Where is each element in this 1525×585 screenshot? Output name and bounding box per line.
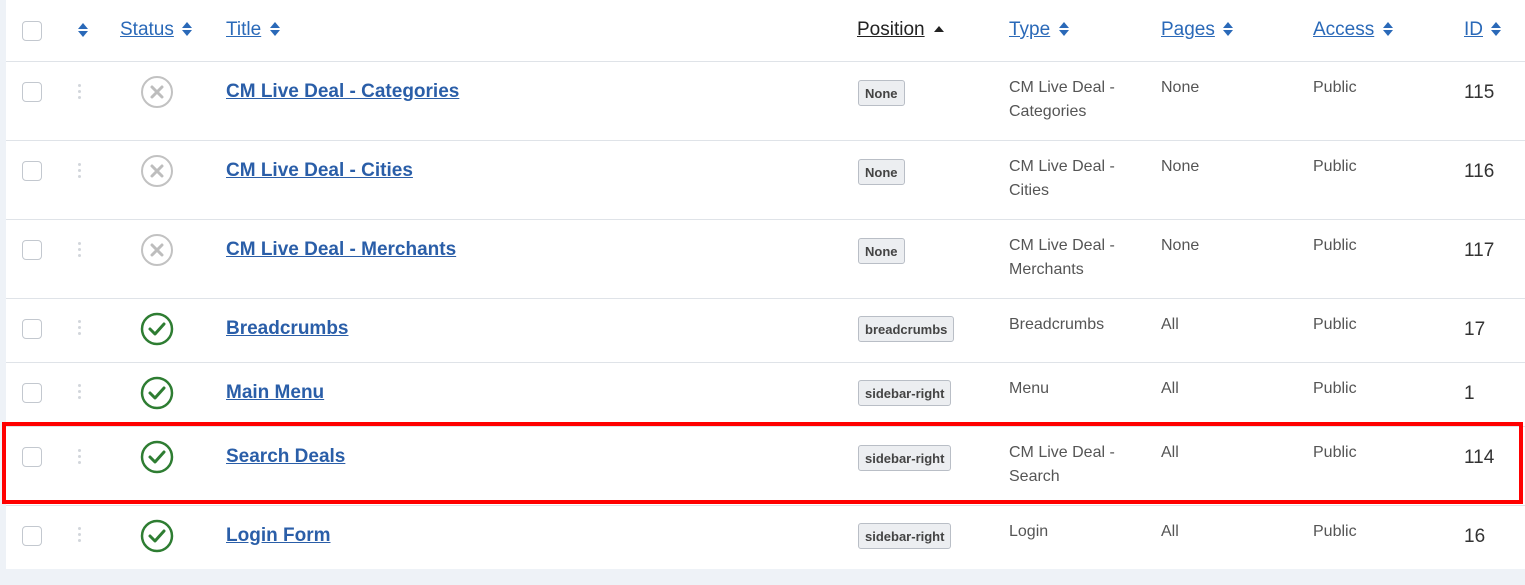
- row-checkbox[interactable]: [22, 319, 42, 339]
- module-title-link[interactable]: Main Menu: [226, 382, 324, 403]
- module-title-link[interactable]: CM Live Deal - Merchants: [226, 239, 456, 260]
- check-circle-icon[interactable]: [140, 312, 174, 346]
- module-title-link[interactable]: Login Form: [226, 525, 330, 546]
- x-circle-icon[interactable]: [140, 233, 174, 267]
- table-row: CM Live Deal - Merchants None CM Live De…: [6, 220, 1525, 299]
- position-badge: sidebar-right: [858, 380, 952, 406]
- x-circle-icon[interactable]: [140, 75, 174, 109]
- header-position-label[interactable]: Position: [857, 19, 925, 40]
- highlight-box: [2, 422, 1523, 504]
- module-id: 16: [1464, 526, 1486, 547]
- module-id: 17: [1464, 319, 1486, 340]
- drag-handle-icon[interactable]: [78, 242, 82, 260]
- position-badge: breadcrumbs: [858, 316, 955, 342]
- check-circle-icon[interactable]: [140, 376, 174, 410]
- sort-icon: [269, 22, 280, 36]
- table-row: CM Live Deal - Cities None CM Live Deal …: [6, 141, 1525, 220]
- table-row: Breadcrumbs breadcrumbs Breadcrumbs All …: [6, 299, 1525, 363]
- table-row: Main Menu sidebar-right Menu All Public …: [6, 363, 1525, 427]
- module-title-link[interactable]: CM Live Deal - Cities: [226, 160, 413, 181]
- header-status-label[interactable]: Status: [120, 19, 174, 40]
- module-id: 116: [1464, 161, 1495, 182]
- module-pages: All: [1161, 316, 1179, 333]
- select-all-checkbox[interactable]: [22, 21, 42, 41]
- module-pages: All: [1161, 523, 1179, 540]
- header-pages[interactable]: Pages: [1161, 19, 1234, 41]
- drag-handle-icon[interactable]: [78, 320, 82, 338]
- module-type: CM Live Deal -: [1009, 237, 1115, 254]
- header-id-label[interactable]: ID: [1464, 19, 1483, 40]
- module-title-link[interactable]: Breadcrumbs: [226, 318, 349, 339]
- module-type: CM Live Deal -: [1009, 79, 1115, 96]
- sort-icon: [1058, 22, 1069, 36]
- row-checkbox[interactable]: [22, 240, 42, 260]
- header-access[interactable]: Access: [1313, 19, 1394, 41]
- table-row: Login Form sidebar-right Login All Publi…: [6, 506, 1525, 569]
- module-type-cont: Categories: [1009, 103, 1087, 120]
- drag-handle-icon[interactable]: [78, 163, 82, 181]
- drag-handle-icon[interactable]: [78, 384, 82, 402]
- header-title[interactable]: Title: [226, 19, 281, 41]
- sort-icon: [1491, 22, 1502, 36]
- module-pages: None: [1161, 158, 1200, 175]
- ordering-sort-icon[interactable]: [77, 22, 89, 43]
- header-pages-label[interactable]: Pages: [1161, 19, 1215, 40]
- row-checkbox[interactable]: [22, 161, 42, 181]
- position-badge: None: [858, 238, 905, 264]
- header-id[interactable]: ID: [1464, 19, 1502, 41]
- module-id: 115: [1464, 82, 1495, 103]
- module-type: Breadcrumbs: [1009, 316, 1105, 333]
- header-access-label[interactable]: Access: [1313, 19, 1374, 40]
- module-pages: None: [1161, 237, 1200, 254]
- module-type-cont: Merchants: [1009, 261, 1084, 278]
- module-type-cont: Cities: [1009, 182, 1050, 199]
- sort-icon: [1382, 22, 1393, 36]
- row-checkbox[interactable]: [22, 82, 42, 102]
- x-circle-icon[interactable]: [140, 154, 174, 188]
- drag-handle-icon[interactable]: [78, 527, 82, 545]
- module-title-link[interactable]: CM Live Deal - Categories: [226, 81, 459, 102]
- check-circle-icon[interactable]: [140, 519, 174, 553]
- header-status[interactable]: Status: [120, 19, 193, 41]
- module-access: Public: [1313, 380, 1357, 397]
- module-type: CM Live Deal -: [1009, 158, 1115, 175]
- table-header: Status Title Position Type Pages Access …: [6, 0, 1525, 62]
- header-position[interactable]: Position: [857, 19, 945, 41]
- drag-handle-icon[interactable]: [78, 84, 82, 102]
- module-id: 1: [1464, 383, 1475, 404]
- header-type[interactable]: Type: [1009, 19, 1070, 41]
- position-badge: None: [858, 80, 905, 106]
- header-title-label[interactable]: Title: [226, 19, 261, 40]
- module-pages: All: [1161, 380, 1179, 397]
- sort-icon: [1223, 22, 1234, 36]
- module-pages: None: [1161, 79, 1200, 96]
- module-access: Public: [1313, 158, 1357, 175]
- row-checkbox[interactable]: [22, 526, 42, 546]
- position-badge: sidebar-right: [858, 523, 952, 549]
- module-access: Public: [1313, 523, 1357, 540]
- position-badge: None: [858, 159, 905, 185]
- module-type: Login: [1009, 523, 1049, 540]
- header-type-label[interactable]: Type: [1009, 19, 1050, 40]
- module-access: Public: [1313, 237, 1357, 254]
- module-id: 117: [1464, 240, 1495, 261]
- caret-up-icon: [934, 26, 945, 32]
- module-access: Public: [1313, 316, 1357, 333]
- module-access: Public: [1313, 79, 1357, 96]
- row-checkbox[interactable]: [22, 383, 42, 403]
- table-row: CM Live Deal - Categories None CM Live D…: [6, 62, 1525, 141]
- module-type: Menu: [1009, 380, 1050, 397]
- sort-icon: [182, 22, 193, 36]
